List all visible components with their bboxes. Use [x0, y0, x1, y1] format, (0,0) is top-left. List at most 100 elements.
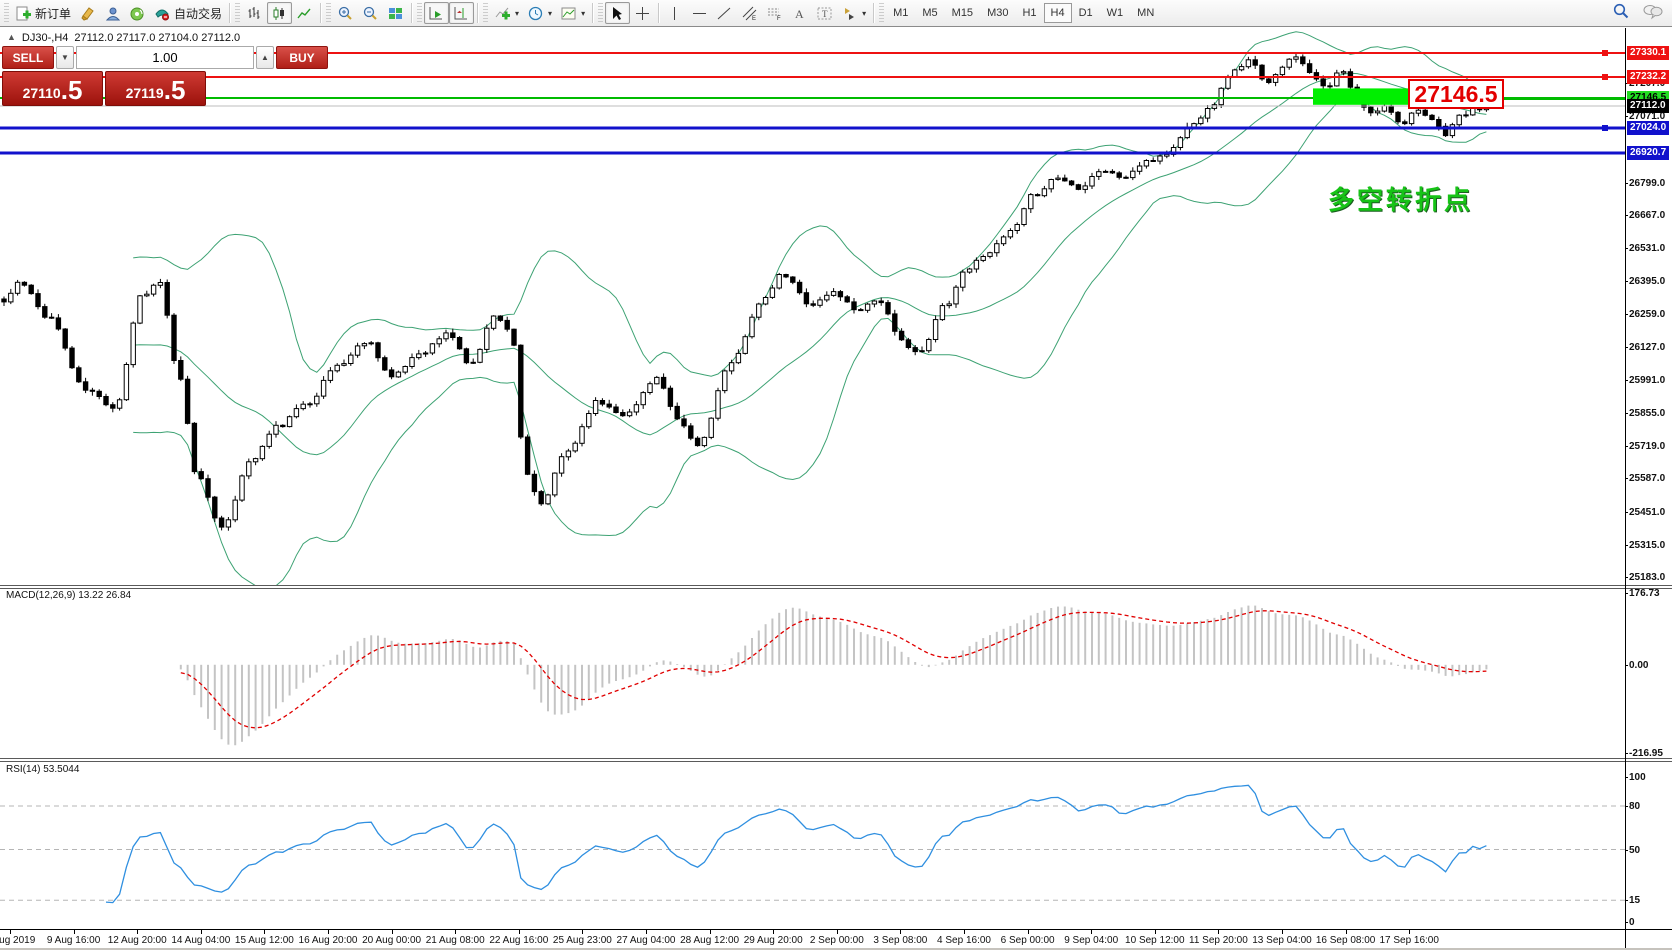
vertical-line-button[interactable] [662, 2, 687, 24]
arrows-caret[interactable]: ▾ [862, 9, 866, 18]
periods-caret[interactable]: ▾ [548, 9, 552, 18]
svg-text:T: T [822, 9, 828, 19]
price-level-label: 27330.1 [1627, 46, 1669, 60]
timeframe-button-M15[interactable]: M15 [945, 3, 980, 23]
timeframe-button-M5[interactable]: M5 [915, 3, 944, 23]
macd-label: MACD(12,26,9) 13.22 26.84 [6, 590, 131, 601]
time-tick [1346, 930, 1347, 934]
svg-text:A: A [795, 7, 804, 21]
rsi-pane[interactable] [0, 762, 1625, 928]
timeframe-button-D1[interactable]: D1 [1072, 3, 1100, 23]
svg-text:E: E [752, 16, 756, 22]
chart-shift-icon [453, 5, 470, 22]
tile-windows-button[interactable] [383, 2, 408, 24]
timeframe-button-M30[interactable]: M30 [980, 3, 1015, 23]
timeframe-button-M1[interactable]: M1 [886, 3, 915, 23]
price-callout-label[interactable]: 27146.5 [1408, 79, 1504, 109]
time-label: 20 Aug 00:00 [362, 935, 421, 946]
autotrading-icon [154, 5, 171, 22]
text-button[interactable]: A [787, 2, 812, 24]
equidistant-channel-button[interactable]: E [737, 2, 762, 24]
time-tick [1282, 930, 1283, 934]
time-label: 3 Sep 08:00 [873, 935, 927, 946]
arrows-button[interactable]: ▾ [837, 2, 870, 24]
time-label: 25 Aug 23:00 [553, 935, 612, 946]
signals-button[interactable] [125, 2, 150, 24]
turning-point-annotation[interactable]: 多空转折点 [1328, 180, 1473, 217]
time-label: 2 Sep 00:00 [810, 935, 864, 946]
main-price-pane[interactable] [0, 28, 1625, 585]
search-icon[interactable] [1612, 2, 1630, 20]
time-label: 9 Sep 04:00 [1064, 935, 1118, 946]
zoom-out-button[interactable] [358, 2, 383, 24]
macd-pane[interactable] [0, 589, 1625, 758]
time-tick [74, 930, 75, 934]
volume-up-button[interactable]: ▲ [256, 46, 274, 69]
sell-price-frac: .5 [61, 77, 83, 103]
time-axis: 8 Aug 20199 Aug 16:0012 Aug 20:0014 Aug … [0, 929, 1672, 948]
periods-button[interactable]: ▾ [523, 2, 556, 24]
volume-input[interactable] [76, 46, 254, 69]
price-level-label: 27024.0 [1627, 121, 1669, 135]
eraser-button[interactable] [75, 2, 100, 24]
new-order-icon [15, 5, 32, 22]
timeframe-button-H1[interactable]: H1 [1015, 3, 1043, 23]
time-tick [582, 930, 583, 934]
chart-shift-button[interactable] [449, 2, 474, 24]
templates-button[interactable]: ▾ [556, 2, 589, 24]
bar-chart-button[interactable] [242, 2, 267, 24]
autoscroll-icon [428, 5, 445, 22]
chat-icon[interactable] [1642, 2, 1664, 20]
sell-button[interactable]: SELL [2, 46, 54, 69]
price-tick: 26799.0 [1629, 177, 1665, 190]
indicators-caret[interactable]: ▾ [515, 9, 519, 18]
trendline-button[interactable] [712, 2, 737, 24]
price-tick: 25991.0 [1629, 374, 1665, 387]
fibonacci-button[interactable]: F [762, 2, 787, 24]
indicators-button[interactable]: ▾ [490, 2, 523, 24]
line-chart-button[interactable] [292, 2, 317, 24]
chart-window: ▲ DJ30-,H4 27112.0 27117.0 27104.0 27112… [0, 28, 1672, 948]
price-tick: 26531.0 [1629, 242, 1665, 255]
text-label-button[interactable]: T [812, 2, 837, 24]
buy-price-frac: .5 [164, 77, 186, 103]
time-tick [455, 930, 456, 934]
candles-layer [2, 54, 1489, 531]
buy-button[interactable]: BUY [276, 46, 328, 69]
timeframe-group: M1M5M15M30H1H4D1W1MN [886, 3, 1161, 23]
candlestick-button[interactable] [267, 2, 292, 24]
crosshair-icon [634, 5, 651, 22]
time-label: 29 Aug 20:00 [744, 935, 803, 946]
time-label: 9 Aug 16:00 [47, 935, 100, 946]
price-tick: 26127.0 [1629, 341, 1665, 354]
time-label: 4 Sep 16:00 [937, 935, 991, 946]
timeframe-button-MN[interactable]: MN [1130, 3, 1161, 23]
time-tick [1155, 930, 1156, 934]
autoscroll-button[interactable] [424, 2, 449, 24]
crosshair-button[interactable] [630, 2, 655, 24]
time-tick [328, 930, 329, 934]
timeframe-button-W1[interactable]: W1 [1100, 3, 1131, 23]
horizontal-line-button[interactable] [687, 2, 712, 24]
new-order-button[interactable]: 新订单 [11, 2, 75, 24]
autotrading-button[interactable]: 自动交易 [150, 2, 226, 24]
volume-down-button[interactable]: ▼ [56, 46, 74, 69]
tile-windows-icon [387, 5, 404, 22]
timeframe-button-H4[interactable]: H4 [1044, 3, 1072, 23]
signals-icon [129, 5, 146, 22]
time-label: 28 Aug 12:00 [680, 935, 739, 946]
templates-caret[interactable]: ▾ [581, 9, 585, 18]
rsi-tick: 80 [1629, 800, 1640, 813]
time-label: 21 Aug 08:00 [426, 935, 485, 946]
zoom-in-button[interactable] [333, 2, 358, 24]
sell-price-box[interactable]: 27110 .5 [2, 71, 103, 106]
buy-price-box[interactable]: 27119 .5 [105, 71, 206, 106]
bar-chart-icon [246, 5, 263, 22]
cursor-button[interactable] [605, 2, 630, 24]
time-label: 11 Sep 20:00 [1189, 935, 1248, 946]
metaeditor-button[interactable] [100, 2, 125, 24]
vertical-line-icon [666, 5, 683, 22]
buy-price-main: 27119 [126, 83, 164, 103]
price-tick: 26259.0 [1629, 308, 1665, 321]
periods-clock-icon [527, 5, 544, 22]
